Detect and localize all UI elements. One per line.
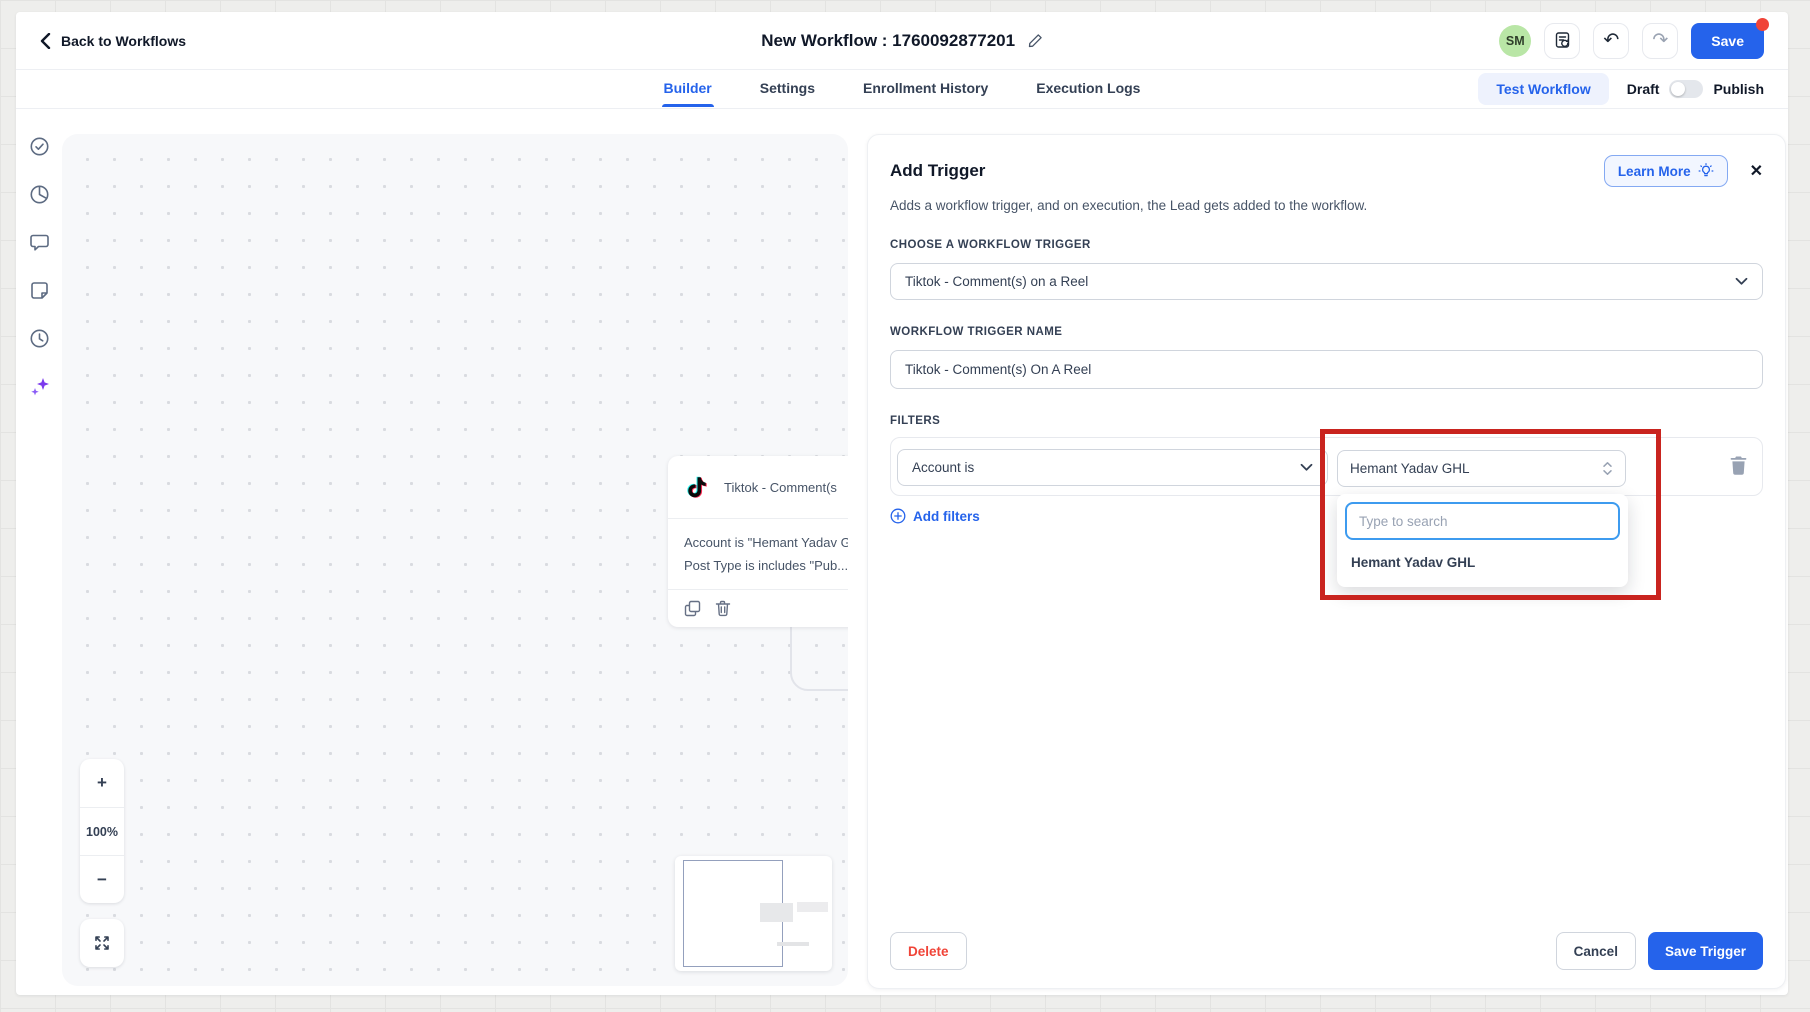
cancel-button[interactable]: Cancel [1555, 932, 1636, 970]
back-label: Back to Workflows [61, 32, 186, 49]
redo-button[interactable]: ↷ [1642, 22, 1679, 59]
tab-execution-logs[interactable]: Execution Logs [1034, 71, 1142, 107]
node-filter-line-2: Post Type is includes "Pub... [684, 558, 848, 573]
filters-label: FILTERS [890, 415, 941, 427]
tab-enrollment-history[interactable]: Enrollment History [861, 71, 990, 107]
account-dropdown: Hemant Yadav GHL [1337, 494, 1628, 587]
test-workflow-button[interactable]: Test Workflow [1478, 73, 1609, 105]
add-trigger-panel: Add Trigger Learn More ✕ Adds a workflow… [867, 134, 1786, 989]
save-button[interactable]: Save [1691, 17, 1769, 59]
trigger-name-input[interactable] [890, 350, 1763, 389]
trigger-name-label: WORKFLOW TRIGGER NAME [890, 326, 1063, 338]
trigger-type-value: Tiktok - Comment(s) on a Reel [905, 274, 1089, 289]
close-panel-icon[interactable]: ✕ [1750, 161, 1763, 181]
ai-sparkles-icon[interactable] [29, 376, 50, 397]
add-filters-label: Add filters [913, 508, 980, 524]
workflow-versions-button[interactable] [1544, 22, 1581, 59]
panel-title: Add Trigger [890, 161, 986, 180]
publish-label: Publish [1713, 81, 1764, 97]
tab-settings[interactable]: Settings [758, 71, 817, 107]
undo-icon: ↶ [1603, 30, 1620, 51]
filter-row: Account is Hemant Yadav GHL Hem [890, 429, 1763, 600]
back-chevron-icon [40, 32, 51, 49]
expand-icon [93, 934, 111, 952]
filter-account-value: Hemant Yadav GHL [1350, 461, 1470, 476]
trigger-node[interactable]: Tiktok - Comment(s Account is "Hemant Ya… [668, 456, 848, 627]
fit-view-button[interactable] [80, 919, 124, 967]
filter-field-select[interactable]: Account is [897, 449, 1328, 486]
zoom-in-button[interactable]: + [80, 759, 124, 807]
chevron-updown-icon [1602, 461, 1613, 476]
publish-toggle[interactable] [1669, 80, 1704, 98]
add-filters-button[interactable]: Add filters [890, 508, 980, 524]
minimap-node-bar [777, 942, 809, 946]
save-trigger-button[interactable]: Save Trigger [1647, 932, 1763, 970]
workflow-canvas[interactable]: Tiktok - Comment(s Account is "Hemant Ya… [62, 134, 848, 986]
stats-check-icon[interactable] [29, 136, 50, 157]
history-clock-icon[interactable] [29, 328, 50, 349]
main-area: Tiktok - Comment(s Account is "Hemant Ya… [16, 110, 1788, 995]
delete-button[interactable]: Delete [890, 932, 967, 970]
app-window: Back to Workflows New Workflow : 1760092… [16, 12, 1788, 995]
learn-more-button[interactable]: Learn More [1603, 155, 1728, 187]
account-option[interactable]: Hemant Yadav GHL [1345, 540, 1620, 587]
undo-button[interactable]: ↶ [1593, 22, 1630, 59]
zoom-out-button[interactable]: − [80, 855, 124, 903]
tab-bar: Builder Settings Enrollment History Exec… [16, 70, 1788, 109]
redo-icon: ↷ [1652, 30, 1669, 51]
header: Back to Workflows New Workflow : 1760092… [16, 12, 1788, 70]
minimap[interactable] [675, 856, 832, 971]
notes-icon[interactable] [29, 280, 50, 301]
toggle-knob [1671, 82, 1686, 96]
comments-icon[interactable] [29, 232, 50, 253]
pie-chart-icon[interactable] [29, 184, 50, 205]
trigger-type-select[interactable]: Tiktok - Comment(s) on a Reel [890, 263, 1763, 300]
minimap-node-block [760, 903, 793, 922]
panel-description: Adds a workflow trigger, and on executio… [890, 198, 1368, 213]
node-filter-line-1: Account is "Hemant Yadav G [684, 535, 848, 550]
node-title: Tiktok - Comment(s [724, 479, 837, 495]
filter-account-combobox[interactable]: Hemant Yadav GHL [1337, 450, 1626, 487]
lightbulb-icon [1698, 163, 1714, 179]
save-label: Save [1711, 32, 1744, 49]
delete-node-icon[interactable] [715, 600, 731, 617]
chevron-down-icon [1735, 277, 1748, 286]
back-to-workflows-button[interactable]: Back to Workflows [40, 32, 186, 49]
learn-more-label: Learn More [1617, 163, 1691, 179]
duplicate-node-icon[interactable] [684, 600, 701, 617]
remove-filter-icon[interactable] [1729, 455, 1748, 476]
unsaved-changes-dot [1756, 17, 1769, 31]
left-icon-rail [16, 136, 62, 397]
zoom-level: 100% [80, 807, 124, 855]
edit-title-icon[interactable] [1028, 33, 1043, 48]
plus-circle-icon [890, 508, 906, 524]
draft-label: Draft [1626, 81, 1660, 97]
tiktok-icon [684, 474, 710, 500]
choose-trigger-label: CHOOSE A WORKFLOW TRIGGER [890, 239, 1091, 251]
tab-builder[interactable]: Builder [661, 71, 714, 107]
avatar[interactable]: SM [1499, 24, 1532, 57]
zoom-controls: + 100% − [80, 759, 124, 903]
minimap-node-block-2 [797, 902, 828, 912]
workflow-title-text: New Workflow : 1760092877201 [761, 30, 1016, 50]
panel-footer: Delete Cancel Save Trigger [890, 932, 1763, 970]
document-history-icon [1553, 31, 1572, 50]
chevron-down-icon [1300, 463, 1313, 472]
filter-field-value: Account is [912, 460, 975, 475]
avatar-initials: SM [1505, 33, 1525, 48]
account-search-input[interactable] [1345, 502, 1620, 540]
